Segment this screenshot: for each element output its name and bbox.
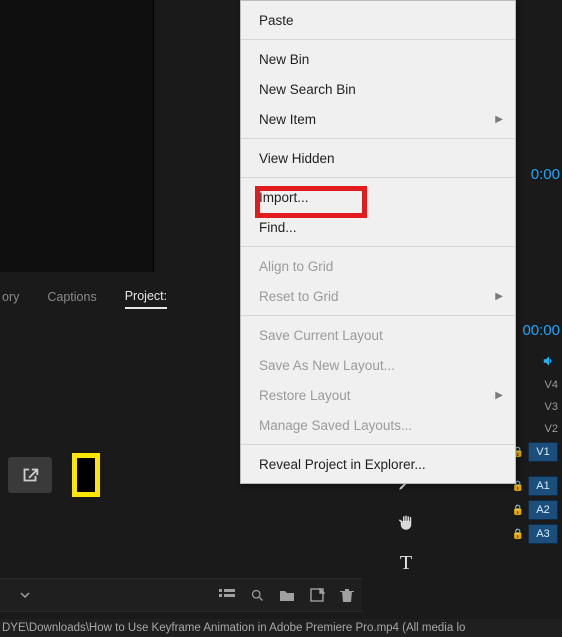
- hand-tool-icon[interactable]: [393, 510, 419, 536]
- menu-separator: [241, 177, 515, 178]
- speaker-icon[interactable]: [542, 354, 556, 371]
- menu-reveal-in-explorer[interactable]: Reveal Project in Explorer...: [241, 449, 515, 479]
- shortcut-thumbnail[interactable]: [8, 457, 52, 493]
- project-toolbar: [0, 578, 362, 612]
- project-items: [6, 440, 196, 510]
- lock-icon[interactable]: 🔒: [512, 529, 524, 540]
- new-bin-icon[interactable]: [272, 580, 302, 610]
- status-text: DYE\Downloads\How to Use Keyframe Animat…: [2, 622, 465, 634]
- workspace: ory Captions Project:: [0, 0, 562, 637]
- track-a2[interactable]: A2: [528, 500, 558, 520]
- timeline-tools: T: [386, 470, 426, 576]
- menu-reset-to-grid-label: Reset to Grid: [259, 289, 339, 304]
- menu-save-current-layout: Save Current Layout: [241, 320, 515, 350]
- timecode-ruler-1: 0:00: [531, 166, 560, 183]
- menu-new-bin[interactable]: New Bin: [241, 44, 515, 74]
- menu-align-to-grid: Align to Grid: [241, 251, 515, 281]
- menu-view-hidden[interactable]: View Hidden: [241, 143, 515, 173]
- track-v2[interactable]: V2: [545, 420, 558, 438]
- tab-captions[interactable]: Captions: [47, 290, 96, 308]
- list-view-icon[interactable]: [212, 580, 242, 610]
- tab-project[interactable]: Project:: [125, 289, 167, 309]
- menu-restore-layout: Restore Layout ▶: [241, 380, 515, 410]
- menu-paste[interactable]: Paste: [241, 5, 515, 35]
- menu-save-as-new-layout: Save As New Layout...: [241, 350, 515, 380]
- menu-find[interactable]: Find...: [241, 212, 515, 242]
- track-labels: V4 V3 V2 🔒 V1 🔒 A1 🔒 A2 🔒 A3: [512, 376, 558, 544]
- menu-separator: [241, 444, 515, 445]
- menu-restore-layout-label: Restore Layout: [259, 388, 351, 403]
- timecode-ruler-2: 00:00: [522, 322, 560, 339]
- track-a3[interactable]: A3: [528, 524, 558, 544]
- search-icon[interactable]: [242, 580, 272, 610]
- menu-import[interactable]: Import...: [241, 182, 515, 212]
- shortcut-arrow-icon: [19, 464, 41, 486]
- menu-separator: [241, 246, 515, 247]
- monitor-panel: [0, 0, 154, 272]
- menu-separator: [241, 315, 515, 316]
- context-menu: Paste New Bin New Search Bin New Item ▶ …: [240, 0, 516, 484]
- tab-history[interactable]: ory: [2, 290, 19, 308]
- yellow-frame-thumbnail[interactable]: [72, 453, 100, 497]
- new-item-icon[interactable]: [302, 580, 332, 610]
- track-v1[interactable]: V1: [528, 442, 558, 462]
- panel-menu-icon[interactable]: [10, 580, 40, 610]
- lock-icon[interactable]: 🔒: [512, 505, 524, 516]
- menu-manage-saved-layouts: Manage Saved Layouts...: [241, 410, 515, 440]
- menu-new-item-label: New Item: [259, 112, 316, 127]
- track-v3[interactable]: V3: [545, 398, 558, 416]
- type-tool-icon[interactable]: T: [393, 550, 419, 576]
- menu-reset-to-grid: Reset to Grid ▶: [241, 281, 515, 311]
- menu-new-item[interactable]: New Item ▶: [241, 104, 515, 134]
- trash-icon[interactable]: [332, 580, 362, 610]
- chevron-right-icon: ▶: [495, 114, 503, 125]
- chevron-right-icon: ▶: [495, 291, 503, 302]
- status-bar: DYE\Downloads\How to Use Keyframe Animat…: [0, 619, 562, 637]
- menu-separator: [241, 39, 515, 40]
- track-a1[interactable]: A1: [528, 476, 558, 496]
- menu-separator: [241, 138, 515, 139]
- menu-new-search-bin[interactable]: New Search Bin: [241, 74, 515, 104]
- track-v4[interactable]: V4: [545, 376, 558, 394]
- chevron-right-icon: ▶: [495, 390, 503, 401]
